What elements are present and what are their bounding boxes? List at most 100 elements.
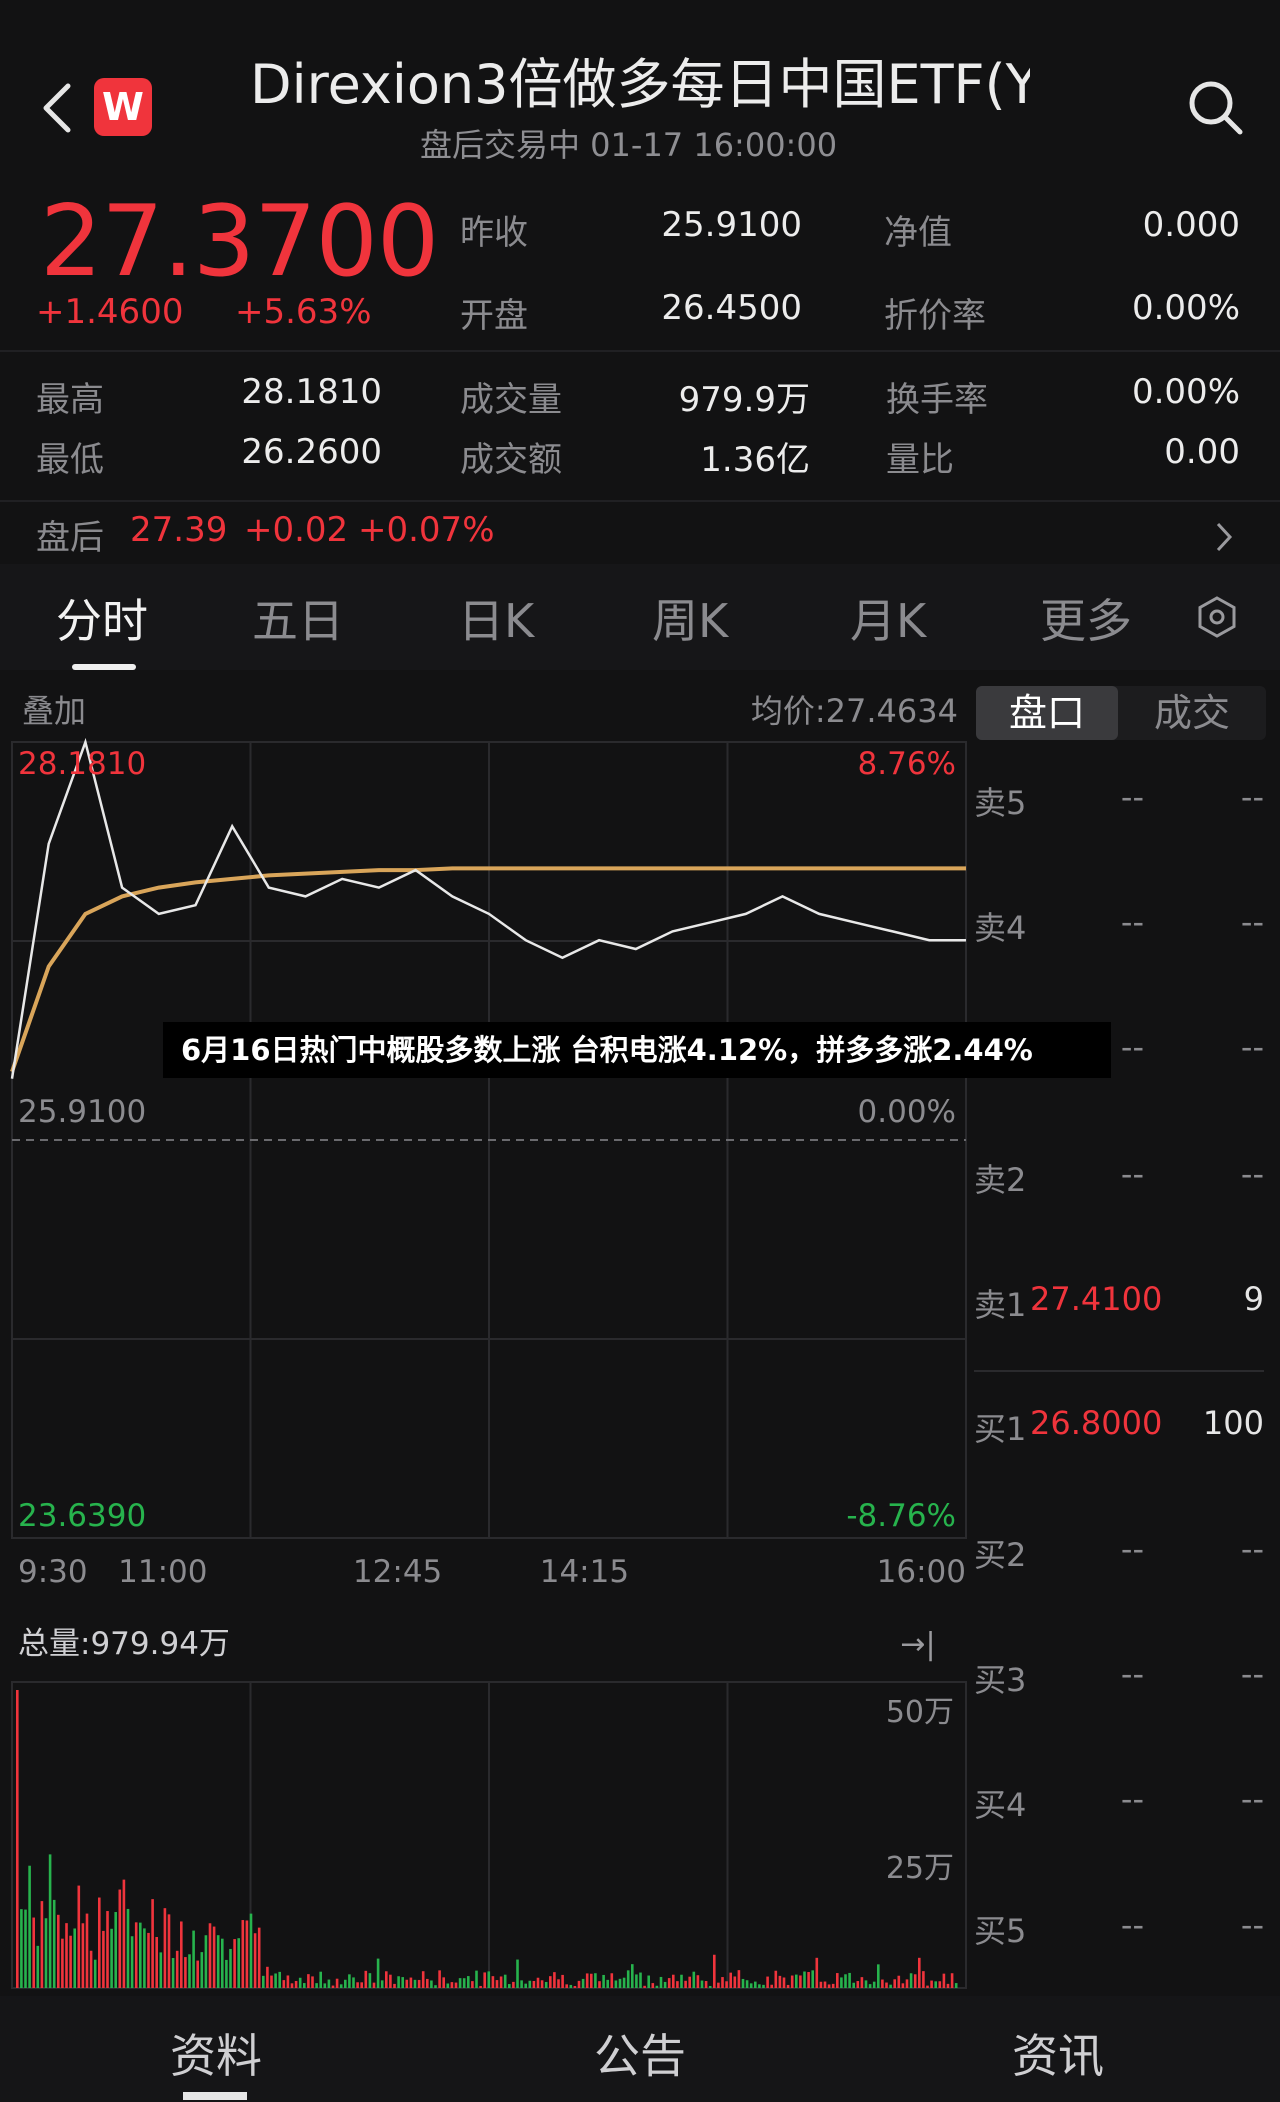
tab-weekly-k[interactable]: 周K [652,585,728,651]
low-label: 最低 [36,440,104,480]
volume-bar [815,1957,819,1988]
volume-bar [184,1957,187,1988]
order-book-level-label: 买5 [974,1912,1027,1950]
volume-bar [651,1983,655,1988]
volume-bar [102,1930,105,1988]
bottom-nav-indicator [183,2092,247,2100]
order-book-price: -- [1120,778,1144,816]
volume-bar [241,1920,245,1988]
volume-bar [745,1980,749,1988]
volume-bar [614,1980,618,1988]
trading-status: 盘后交易中 01-17 16:00:00 [420,126,838,164]
book-divider [974,1370,1264,1372]
order-book-row: 卖5 -- -- [974,778,1270,828]
order-book-quantity: -- [1240,778,1264,816]
collapse-icon[interactable]: →| [900,1627,935,1662]
volume-bar [315,1983,318,1988]
high-value: 28.1810 [241,372,382,412]
tab-intraday[interactable]: 分时 [56,585,148,651]
volume-bar [893,1979,896,1988]
volume-bar [561,1974,564,1988]
app-logo: W [94,78,152,136]
volume-bar [704,1981,708,1988]
volume-bar [479,1985,482,1988]
volume-bar [200,1952,204,1988]
volume-tick-label: 25万 [886,1851,954,1886]
volume-bar [229,1948,232,1988]
volume-bar [36,1945,40,1988]
tab-five-day[interactable]: 五日 [252,585,344,651]
prev-close-label: 昨收 [460,213,528,253]
intraday-chart[interactable]: 叠加 均价:27.4634 28.1810 8.76% 25.9100 0.00% 23.6… [0,680,970,1600]
volume-bar [159,1952,163,1988]
order-book-quantity: -- [1240,1780,1264,1818]
volume-bar [89,1950,93,1988]
volume-bar [16,1690,19,1988]
order-book-level-label: 买1 [974,1410,1027,1448]
volume-bar [294,1980,298,1988]
order-book-row: 卖2 -- -- [974,1155,1270,1205]
volume-bar [889,1984,892,1988]
volume-bar [48,1854,52,1988]
volume-bar [840,1977,843,1988]
bottom-nav-profile[interactable]: 资料 [170,2020,262,2086]
tab-order-book[interactable]: 盘口 [976,686,1118,740]
volume-bar [151,1899,154,1988]
order-book-quantity: -- [1240,1155,1264,1193]
volume-bar [40,1901,44,1988]
tab-daily-k[interactable]: 日K [458,585,534,651]
volume-bar [667,1978,671,1988]
volume-bar [438,1970,441,1988]
order-book-quantity: -- [1240,1530,1264,1568]
volume-bar [319,1971,322,1988]
order-book-quantity: -- [1240,1028,1264,1066]
order-book-level-label: 买4 [974,1786,1027,1824]
tab-trades[interactable]: 成交 [1118,686,1266,740]
volume-bar [831,1983,835,1988]
volume-bar [655,1985,659,1988]
bottom-nav-news[interactable]: 资讯 [1012,2020,1104,2086]
order-book-price: 27.4100 [1030,1280,1163,1318]
volume-bar [491,1976,495,1988]
volume-bar [430,1980,433,1988]
volume-bar [348,1974,351,1988]
bottom-nav-announcements[interactable]: 公告 [594,2020,686,2086]
volume-bar [754,1981,757,1988]
after-hours-row[interactable]: 盘后 27.39 +0.02 +0.07% [0,502,1280,564]
settings-icon[interactable] [1196,596,1238,638]
volume-bar [819,1981,823,1988]
tab-monthly-k[interactable]: 月K [850,585,926,651]
volume-bar [782,1977,786,1988]
volume-bar [253,1933,257,1988]
volume-bar [122,1879,126,1988]
order-book-row: 买1 26.8000 100 [974,1404,1270,1454]
volume-bar [807,1972,810,1988]
volume-bar [885,1982,888,1988]
search-icon[interactable] [1186,78,1246,138]
volume-bar [590,1973,593,1988]
volume-bar [130,1936,134,1988]
volume-bar [278,1971,281,1988]
volume-bar [110,1928,113,1988]
volume-bar [81,1923,85,1988]
x-axis-tick-label: 16:00 [877,1554,966,1590]
volume-bar [28,1865,31,1988]
volume-bar [462,1978,466,1988]
volume-bar [930,1980,933,1988]
order-book-level-label: 买2 [974,1536,1027,1574]
volume-bar [856,1981,860,1988]
volume-bar [270,1975,273,1988]
volume-bar [938,1981,942,1988]
volume-bar [434,1985,437,1988]
volume-bar [721,1977,724,1988]
volume-bar [52,1899,56,1988]
back-arrow-icon[interactable] [38,80,78,136]
volume-bar [467,1976,470,1988]
volume-bar [684,1980,687,1988]
tab-more[interactable]: 更多 [1040,585,1132,651]
volume-bar [672,1974,675,1988]
volume-bar [909,1973,913,1988]
volume-bar [639,1972,642,1988]
order-book-price: -- [1120,903,1144,941]
order-book-quantity: 9 [1243,1280,1264,1318]
